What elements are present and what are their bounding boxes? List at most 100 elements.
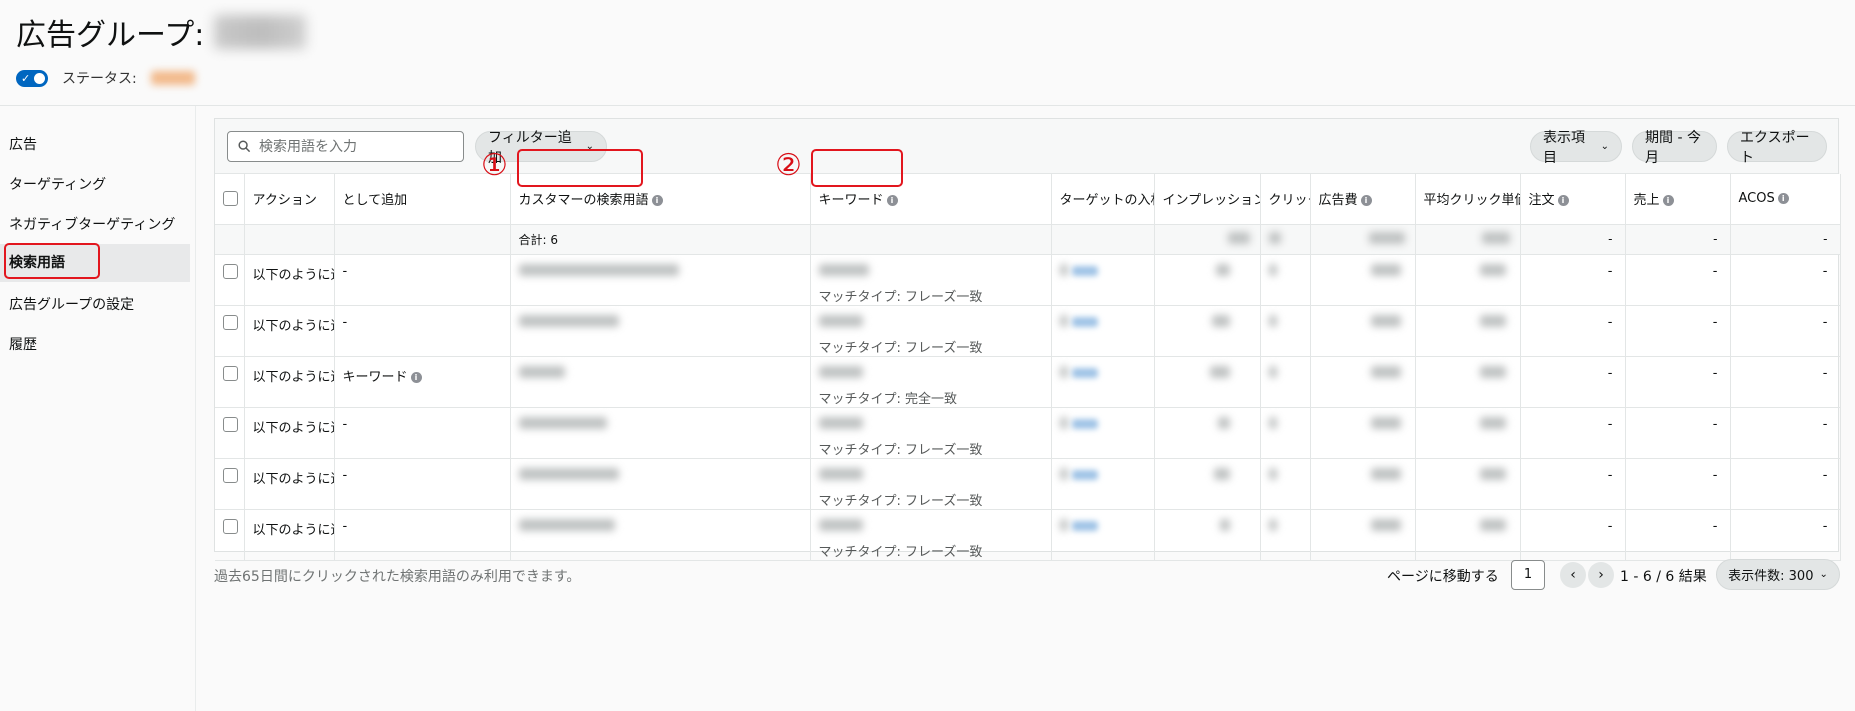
info-icon[interactable]: i	[410, 371, 422, 383]
row-checkbox[interactable]	[223, 263, 238, 279]
row-select[interactable]	[215, 356, 245, 408]
row-target-bid[interactable]	[1051, 254, 1155, 306]
redacted-value	[1370, 467, 1401, 480]
total-cell	[244, 224, 335, 255]
redacted-bid-link[interactable]	[1071, 520, 1098, 531]
table-row[interactable]: 以下のように追加-マッチタイプ: フレーズ一致 ---	[215, 458, 1841, 510]
add-as-value: -	[342, 416, 348, 432]
redacted-bid-link[interactable]	[1071, 418, 1098, 429]
row-keyword: マッチタイプ: 完全一致	[810, 356, 1052, 408]
info-icon[interactable]: i	[651, 195, 663, 207]
export-button[interactable]: エクスポート	[1727, 130, 1827, 166]
row-checkbox[interactable]	[223, 416, 238, 432]
header-cpc[interactable]: 平均クリック単価	[1415, 174, 1521, 225]
total-orders: -	[1520, 224, 1626, 255]
row-checkbox[interactable]	[223, 314, 238, 330]
redacted-value	[1268, 365, 1277, 378]
sidebar-item-history[interactable]: 履歴	[0, 326, 190, 364]
header-select-all[interactable]	[215, 174, 245, 225]
header-action[interactable]: アクション	[244, 174, 335, 225]
row-select[interactable]	[215, 509, 245, 561]
row-select[interactable]	[215, 305, 245, 357]
chevron-right-icon[interactable]: ›	[1588, 562, 1614, 588]
columns-button[interactable]: 表示項目 ⌄	[1530, 130, 1622, 166]
row-spend	[1310, 407, 1416, 459]
add-as-value: キーワード	[342, 369, 408, 385]
row-select[interactable]	[215, 407, 245, 459]
redacted-value	[1217, 416, 1230, 429]
row-checkbox[interactable]	[223, 518, 238, 534]
table-row[interactable]: 以下のように追加-マッチタイプ: フレーズ一致 ---	[215, 407, 1841, 459]
row-search-term	[510, 356, 811, 408]
row-action[interactable]: 以下のように追加	[244, 254, 335, 306]
total-label: 合計: 6	[510, 224, 811, 255]
table-row[interactable]: 以下のように追加-マッチタイプ: フレーズ一致 ---	[215, 509, 1841, 561]
redacted-value	[1215, 263, 1230, 276]
search-input[interactable]	[259, 138, 449, 155]
header-spend[interactable]: 広告費 i	[1310, 174, 1416, 225]
sidebar-item-ad-group-settings[interactable]: 広告グループの設定	[0, 286, 190, 324]
row-target-bid[interactable]	[1051, 305, 1155, 357]
header-acos[interactable]: ACOS i	[1730, 174, 1841, 225]
row-search-term	[510, 305, 811, 357]
redacted-bid-link[interactable]	[1071, 265, 1098, 276]
chevron-left-icon[interactable]: ‹	[1560, 562, 1586, 588]
row-sales: -	[1625, 509, 1731, 561]
row-target-bid[interactable]	[1051, 356, 1155, 408]
sidebar-item-search-terms[interactable]: 検索用語	[0, 244, 190, 282]
total-cell	[334, 224, 511, 255]
header-keyword[interactable]: キーワード i	[810, 174, 1052, 225]
sidebar-item-targeting[interactable]: ターゲティング	[0, 166, 190, 204]
page-size-select[interactable]: 表示件数: 300 ⌄	[1716, 559, 1840, 590]
row-action[interactable]: 以下のように追加	[244, 356, 335, 408]
header-sales[interactable]: 売上 i	[1625, 174, 1731, 225]
row-action[interactable]: 以下のように追加	[244, 509, 335, 561]
row-spend	[1310, 356, 1416, 408]
row-acos: -	[1730, 254, 1841, 306]
row-action[interactable]: 以下のように追加	[244, 458, 335, 510]
row-cpc	[1415, 407, 1521, 459]
table-row[interactable]: 以下のように追加キーワードiマッチタイプ: 完全一致 ---	[215, 356, 1841, 408]
period-button[interactable]: 期間 - 今月	[1632, 130, 1717, 166]
row-clicks	[1260, 509, 1311, 561]
redacted-value	[1370, 416, 1401, 429]
redacted-keyword	[818, 467, 863, 480]
header-customer-search-term[interactable]: カスタマーの検索用語 i	[510, 174, 811, 225]
info-icon[interactable]: i	[1360, 195, 1372, 207]
redacted-bid-link[interactable]	[1071, 367, 1098, 378]
match-type: マッチタイプ: 完全一致	[818, 391, 958, 407]
row-clicks	[1260, 254, 1311, 306]
table-row[interactable]: 以下のように追加-マッチタイプ: フレーズ一致 ---	[215, 254, 1841, 306]
table-row[interactable]: 以下のように追加-マッチタイプ: フレーズ一致 ---	[215, 305, 1841, 357]
sidebar-item-ads[interactable]: 広告	[0, 126, 190, 164]
redacted-keyword	[818, 365, 863, 378]
redacted-bid-link[interactable]	[1071, 469, 1098, 480]
row-target-bid[interactable]	[1051, 407, 1155, 459]
row-select[interactable]	[215, 254, 245, 306]
info-icon[interactable]: i	[1557, 195, 1569, 207]
row-sales: -	[1625, 305, 1731, 357]
select-all-checkbox[interactable]	[223, 191, 238, 207]
info-icon[interactable]: i	[1662, 195, 1674, 207]
page-input[interactable]: 1	[1511, 560, 1545, 590]
row-keyword: マッチタイプ: フレーズ一致	[810, 458, 1052, 510]
header-target-bid[interactable]: ターゲットの入札	[1051, 174, 1155, 225]
row-select[interactable]	[215, 458, 245, 510]
row-target-bid[interactable]	[1051, 509, 1155, 561]
header-impressions[interactable]: インプレッション	[1154, 174, 1261, 225]
row-spend	[1310, 509, 1416, 561]
row-checkbox[interactable]	[223, 467, 238, 483]
header-clicks[interactable]: クリック	[1260, 174, 1311, 225]
status-toggle[interactable]: ✓	[16, 69, 48, 87]
row-action[interactable]: 以下のように追加	[244, 305, 335, 357]
row-checkbox[interactable]	[223, 365, 238, 381]
redacted-bid-link[interactable]	[1071, 316, 1098, 327]
search-box[interactable]	[227, 131, 464, 162]
info-icon[interactable]: i	[886, 195, 898, 207]
sidebar-item-negative-targeting[interactable]: ネガティブターゲティング	[0, 206, 190, 244]
row-target-bid[interactable]	[1051, 458, 1155, 510]
row-action[interactable]: 以下のように追加	[244, 407, 335, 459]
export-label: エクスポート	[1740, 129, 1810, 166]
info-icon[interactable]: i	[1777, 193, 1789, 205]
header-orders[interactable]: 注文 i	[1520, 174, 1626, 225]
